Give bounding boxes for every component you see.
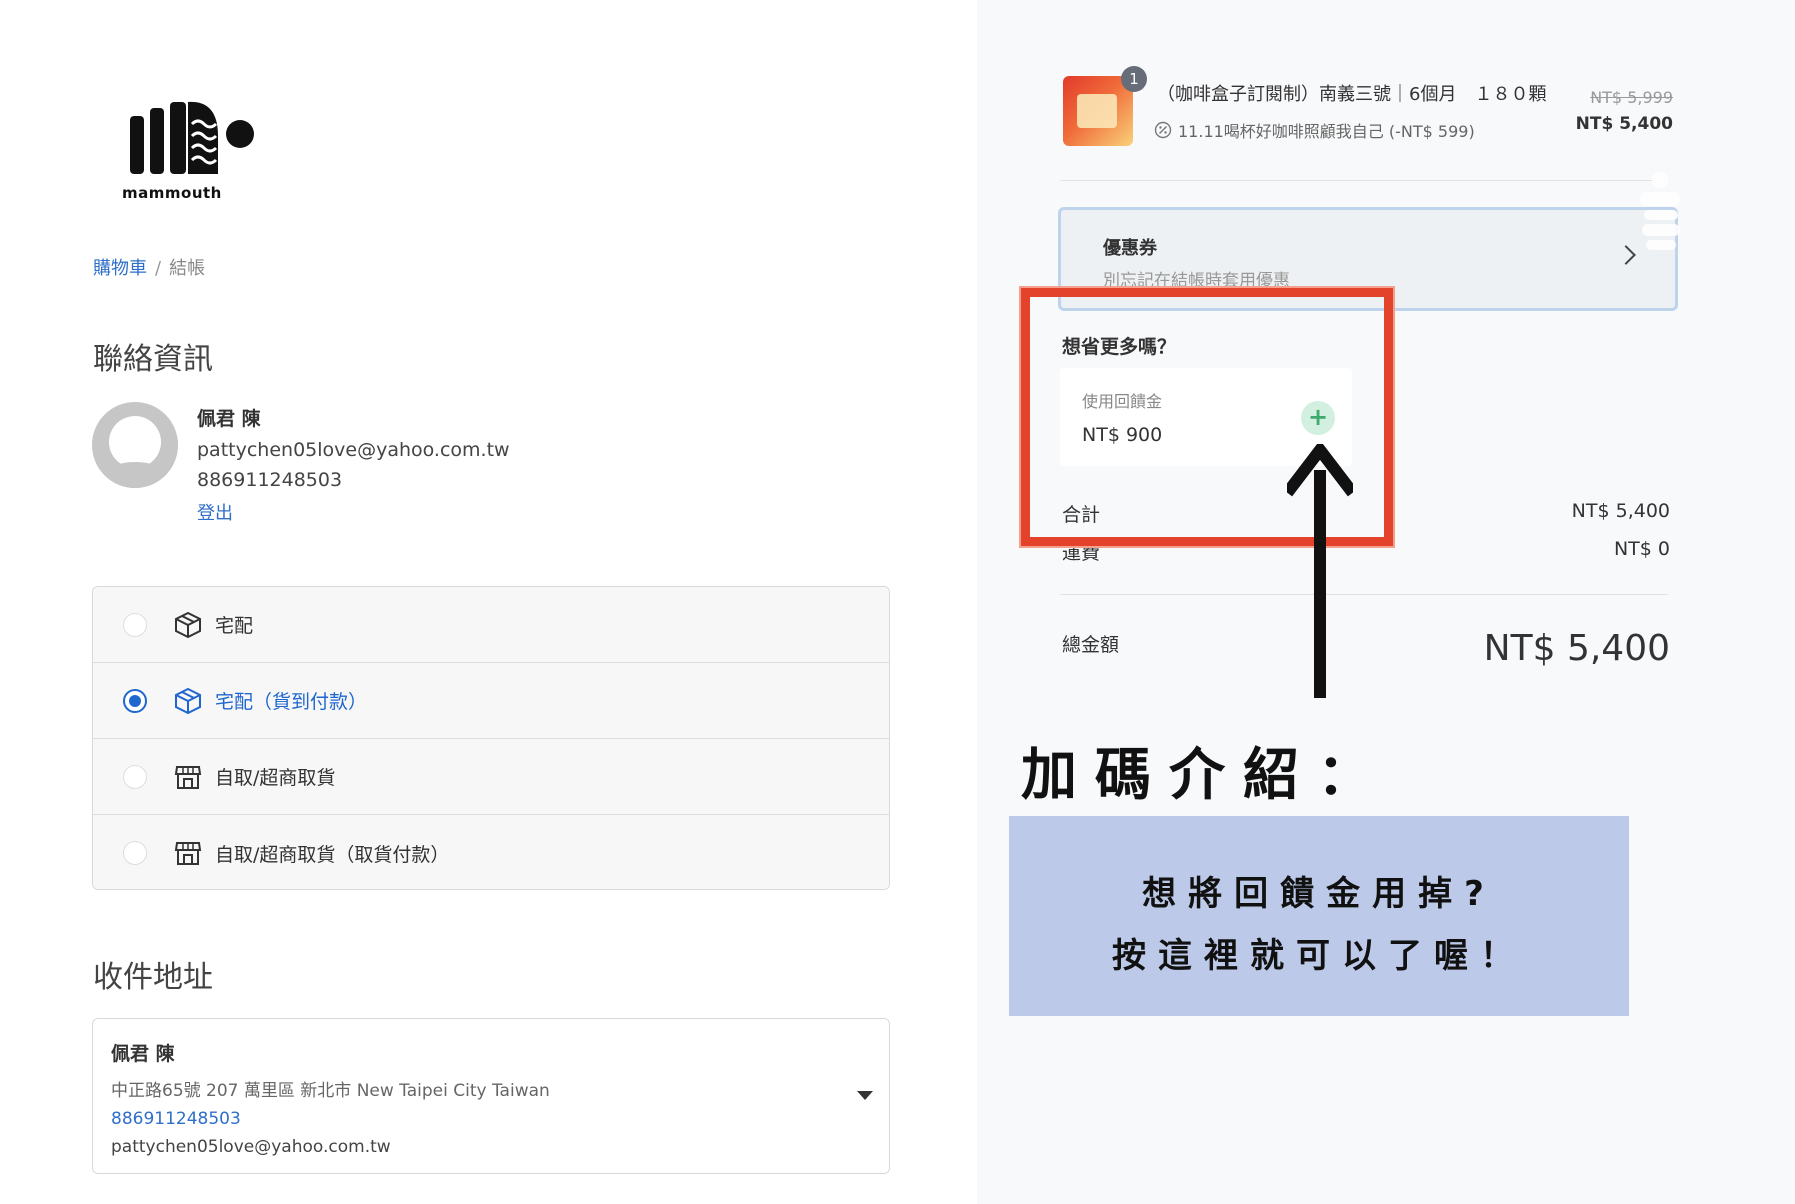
user-silhouette-icon xyxy=(92,402,178,488)
annotation-info-box: 想將回饋金用掉? 按這裡就可以了喔！ xyxy=(1009,816,1629,1016)
address-select[interactable]: 佩君 陳 中正路65號 207 萬里區 新北市 New Taipei City … xyxy=(92,1018,890,1174)
box-icon xyxy=(175,687,201,714)
address-name: 佩君 陳 xyxy=(111,1043,175,1065)
product-price-original: NT$ 5,999 xyxy=(1590,88,1673,107)
shipping-option-label: 宅配（貨到付款） xyxy=(215,691,368,713)
total-label: 總金額 xyxy=(1062,634,1120,656)
product-discount-text: 11.11喝杯好咖啡照顧我自己 (-NT$ 599) xyxy=(1178,122,1475,141)
divider xyxy=(1060,180,1668,181)
radio-button-selected[interactable] xyxy=(123,688,147,713)
brand-logo-text: mammouth xyxy=(122,184,222,202)
quantity-badge: 1 xyxy=(1121,66,1147,92)
breadcrumb: 購物車 / 結帳 xyxy=(93,254,205,280)
order-summary-panel: 1 （咖啡盒子訂閱制）南義三號｜6個月 １８０顆 11.11喝杯好咖啡照顧我自己… xyxy=(977,0,1795,1204)
logout-link[interactable]: 登出 xyxy=(197,499,510,525)
shipping-option-store-pickup-cod[interactable]: 自取/超商取貨（取貨付款） xyxy=(93,815,889,889)
shipping-option-home-delivery-cod[interactable]: 宅配（貨到付款） xyxy=(93,663,889,739)
breadcrumb-current: 結帳 xyxy=(169,258,206,279)
subtotal-value: NT$ 5,400 xyxy=(1571,500,1670,522)
shipping-option-label: 自取/超商取貨 xyxy=(215,767,336,789)
chevron-down-icon[interactable] xyxy=(857,1091,873,1100)
radio-button[interactable] xyxy=(123,764,147,789)
radio-button[interactable] xyxy=(123,612,147,637)
store-icon xyxy=(174,765,202,789)
avatar xyxy=(92,402,178,488)
product-title: （咖啡盒子訂閱制）南義三號｜6個月 １８０顆 xyxy=(1157,84,1547,105)
address-section-title: 收件地址 xyxy=(93,960,213,995)
contact-section-title: 聯絡資訊 xyxy=(93,342,213,377)
contact-details: 佩君 陳 pattychen05love@yahoo.com.tw 886911… xyxy=(197,404,510,525)
contact-phone: 886911248503 xyxy=(197,469,343,491)
contact-name: 佩君 陳 xyxy=(197,408,261,430)
box-icon xyxy=(175,611,201,638)
product-discount: 11.11喝杯好咖啡照顧我自己 (-NT$ 599) xyxy=(1154,118,1475,142)
store-icon xyxy=(174,842,202,865)
breadcrumb-separator: / xyxy=(155,258,162,279)
coupon-title: 優惠券 xyxy=(1103,238,1157,259)
annotation-heading: 加碼介紹： xyxy=(1021,743,1391,808)
radio-button[interactable] xyxy=(123,841,147,865)
annotation-arrow-icon xyxy=(1287,444,1353,698)
checkout-form-panel: mammouth 購物車 / 結帳 聯絡資訊 佩君 陳 pattychen05lov… xyxy=(0,0,977,1204)
shipping-option-home-delivery[interactable]: 宅配 xyxy=(93,587,889,663)
shipping-option-store-pickup[interactable]: 自取/超商取貨 xyxy=(93,739,889,815)
divider xyxy=(1060,594,1668,595)
address-phone: 886911248503 xyxy=(111,1109,241,1129)
annotation-line-2: 按這裡就可以了喔！ xyxy=(1112,936,1526,976)
shipping-option-label: 自取/超商取貨（取貨付款） xyxy=(215,843,450,866)
address-email: pattychen05love@yahoo.com.tw xyxy=(111,1137,391,1157)
contact-email: pattychen05love@yahoo.com.tw xyxy=(197,439,510,461)
annotation-line-1: 想將回饋金用掉? xyxy=(1142,874,1496,914)
total-value: NT$ 5,400 xyxy=(1483,628,1670,669)
shipping-option-label: 宅配 xyxy=(215,615,254,637)
product-price-final: NT$ 5,400 xyxy=(1575,114,1673,134)
decorative-figure-icon xyxy=(1640,172,1680,250)
shipping-fee-value: NT$ 0 xyxy=(1613,538,1670,560)
discount-tag-icon xyxy=(1154,121,1172,139)
address-line: 中正路65號 207 萬里區 新北市 New Taipei City Taiwa… xyxy=(111,1081,550,1101)
product-thumbnail-graphic xyxy=(1077,94,1117,128)
breadcrumb-cart-link[interactable]: 購物車 xyxy=(93,258,147,279)
shipping-method-list: 宅配 宅配（貨到付款） 自取/超商取貨 自取/超商取貨（取貨付款） xyxy=(92,586,890,890)
